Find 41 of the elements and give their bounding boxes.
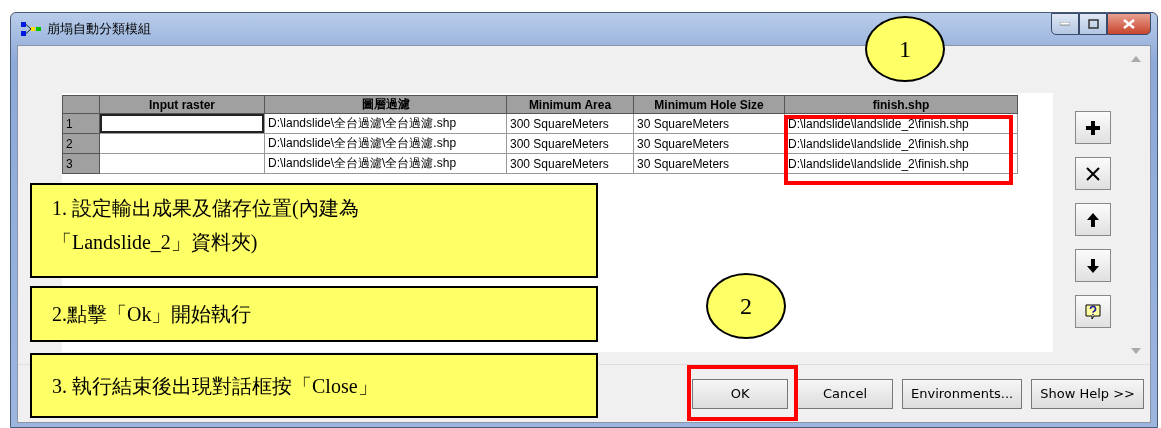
table-cell: 300 SquareMeters: [506, 153, 634, 174]
close-icon: [1085, 165, 1101, 182]
row-number[interactable]: 1: [62, 113, 100, 134]
table-cell: D:\landslide\全台過濾\全台過濾.shp: [264, 133, 507, 154]
minimize-icon: [1060, 22, 1070, 26]
table-cell: 300 SquareMeters: [506, 133, 634, 154]
table-cell: D:\landslide\全台過濾\全台過濾.shp: [264, 113, 507, 134]
up-arrow-icon: [1086, 211, 1100, 228]
table-cell: 30 SquareMeters: [633, 113, 785, 134]
add-button[interactable]: [1075, 111, 1111, 144]
delete-button[interactable]: [1075, 157, 1111, 190]
callout-note: 1. 設定輸出成果及儲存位置(內建為「Landslide_2」資料夾): [30, 183, 598, 278]
row-number[interactable]: 2: [62, 133, 100, 154]
close-button[interactable]: [1107, 13, 1151, 35]
minimize-button[interactable]: [1051, 13, 1079, 35]
column-header: finish.shp: [784, 95, 1018, 114]
maximize-icon: [1087, 19, 1099, 29]
column-header: Minimum Hole Size: [633, 95, 785, 114]
column-header: Input raster: [99, 95, 265, 114]
dialog-button[interactable]: Environments...: [902, 378, 1023, 409]
dialog-button[interactable]: Cancel: [797, 378, 894, 409]
dialog-button[interactable]: OK: [692, 378, 789, 409]
move-down-button[interactable]: [1075, 249, 1111, 282]
column-header: Minimum Area: [506, 95, 634, 114]
input-field[interactable]: [100, 114, 264, 133]
table-cell: D:\landslide\全台過濾\全台過濾.shp: [264, 153, 507, 174]
column-header: 圖層過濾: [264, 95, 507, 114]
dialog-button[interactable]: Show Help >>: [1031, 378, 1144, 409]
help-button[interactable]: [1075, 295, 1111, 328]
down-arrow-icon: [1086, 257, 1100, 274]
plus-icon: [1085, 119, 1101, 136]
help-icon: [1084, 302, 1102, 321]
maximize-button[interactable]: [1079, 13, 1107, 35]
model-icon: [21, 22, 41, 36]
close-icon: [1123, 19, 1135, 29]
window-title: 崩塌自動分類模組: [47, 20, 152, 38]
row-number[interactable]: 3: [62, 153, 100, 174]
callout-note: 3. 執行結束後出現對話框按「Close」: [30, 353, 598, 418]
table-cell: 300 SquareMeters: [506, 113, 634, 134]
callout-note: 2.點擊「Ok」開始執行: [30, 286, 598, 342]
move-up-button[interactable]: [1075, 203, 1111, 236]
